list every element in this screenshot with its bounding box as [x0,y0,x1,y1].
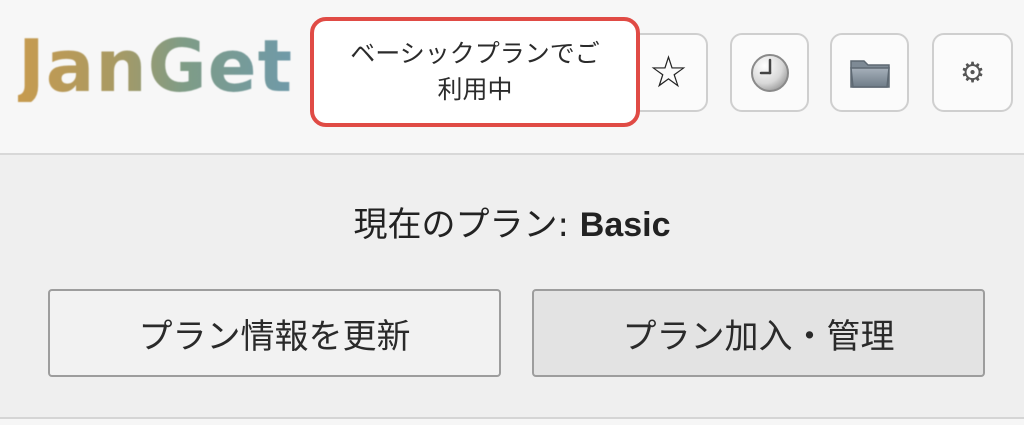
history-clock-icon [750,53,789,92]
settings-button[interactable]: ⚙ [932,33,1013,112]
janget-logo: JanGet [18,24,293,108]
bottom-strip [0,419,1024,425]
plan-status-callout: ベーシックプランでご 利用中 [310,17,640,127]
current-plan-label: 現在のプラン: [353,205,580,245]
history-button[interactable] [730,33,809,112]
refresh-plan-button[interactable]: プラン情報を更新 [48,289,501,377]
plan-status-text: ベーシックプランでご 利用中 [350,38,600,104]
favorite-button[interactable]: ☆ [629,33,708,112]
current-plan-line: 現在のプラン: Basic [0,197,1024,246]
folder-icon [849,59,890,88]
gear-icon: ⚙ [959,55,986,89]
header-bar: JanGet ベーシックプランでご 利用中 ☆ ⚙ [0,0,1024,155]
current-plan-value: Basic [579,206,671,244]
plan-panel: 現在のプラン: Basic プラン情報を更新 プラン加入・管理 [0,157,1024,419]
manage-plan-button[interactable]: プラン加入・管理 [532,289,985,377]
app-window: JanGet ベーシックプランでご 利用中 ☆ ⚙ 現在のプラン: Basic … [0,0,1024,425]
folder-button[interactable] [830,33,909,112]
star-icon: ☆ [648,46,689,98]
